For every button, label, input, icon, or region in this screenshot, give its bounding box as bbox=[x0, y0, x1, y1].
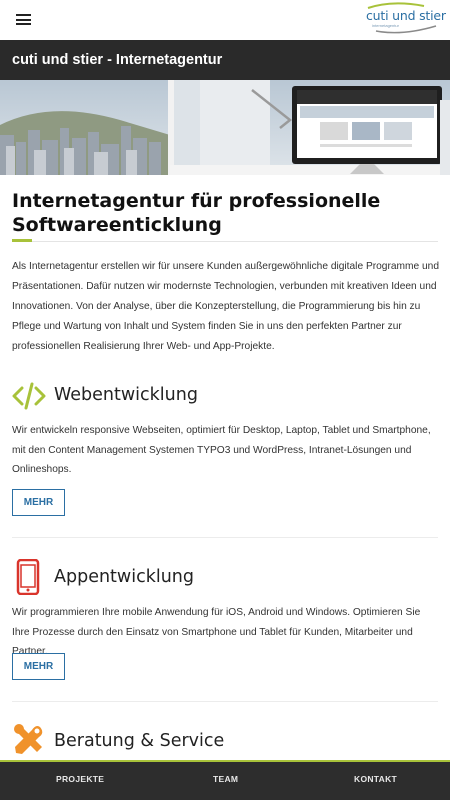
top-bar: cuti und stier internetagentur bbox=[0, 0, 450, 40]
intro-text: Als Internetagentur erstellen wir für un… bbox=[12, 261, 439, 352]
hamburger-menu-icon[interactable] bbox=[16, 14, 31, 25]
nav-item-team[interactable]: TEAM bbox=[213, 774, 238, 784]
logo-tagline: internetagentur bbox=[372, 23, 399, 28]
section-text: Wir programmieren Ihre mobile Anwendung … bbox=[12, 607, 421, 657]
divider bbox=[12, 701, 438, 702]
logo[interactable]: cuti und stier internetagentur bbox=[362, 2, 446, 36]
section-title: Beratung & Service bbox=[54, 731, 225, 751]
page-header-title: cuti und stier - Internetagentur bbox=[12, 52, 223, 68]
code-icon bbox=[12, 379, 46, 413]
section-title: Appentwicklung bbox=[54, 567, 194, 587]
bottom-navigation: PROJEKTE TEAM KONTAKT bbox=[0, 760, 450, 800]
section-text: Wir entwickeln responsive Webseiten, opt… bbox=[12, 425, 431, 475]
nav-item-projekte[interactable]: PROJEKTE bbox=[56, 774, 104, 784]
mehr-button-webentwicklung[interactable]: MEHR bbox=[12, 489, 65, 516]
mehr-button-appentwicklung[interactable]: MEHR bbox=[12, 653, 65, 680]
divider bbox=[12, 537, 438, 538]
tools-icon bbox=[12, 723, 46, 757]
logo-text: cuti und stier bbox=[366, 8, 446, 23]
hero-image bbox=[0, 80, 450, 175]
title-bar: cuti und stier - Internetagentur bbox=[0, 40, 450, 80]
page-title: Internetagentur für professionelle Softw… bbox=[12, 190, 381, 236]
section-title: Webentwicklung bbox=[54, 385, 198, 405]
divider bbox=[12, 241, 438, 242]
title-accent-bar bbox=[12, 239, 32, 242]
nav-item-kontakt[interactable]: KONTAKT bbox=[354, 774, 397, 784]
smartphone-icon bbox=[12, 558, 46, 596]
